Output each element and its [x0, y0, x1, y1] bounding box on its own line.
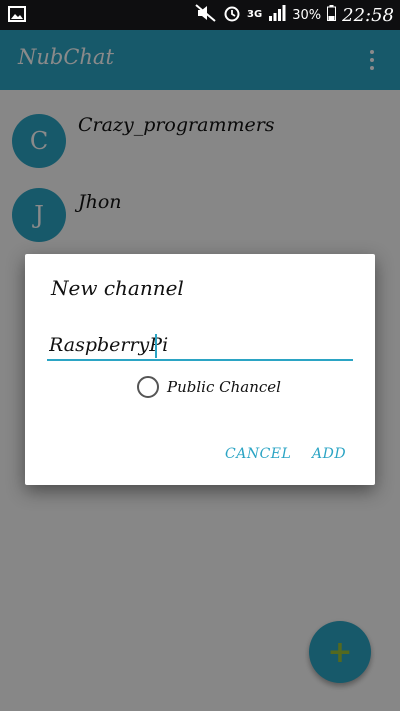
- dialog-title: New channel: [51, 276, 184, 300]
- network-type: 3G: [247, 9, 263, 20]
- cancel-button[interactable]: CANCEL: [225, 446, 291, 462]
- mute-icon: [195, 4, 217, 26]
- public-channel-radio[interactable]: [137, 376, 159, 398]
- alarm-icon: [223, 4, 241, 26]
- new-channel-dialog: New channel Public Chancel CANCEL ADD: [25, 254, 375, 485]
- public-channel-option[interactable]: Public Chancel: [137, 376, 281, 398]
- add-button[interactable]: ADD: [312, 446, 346, 462]
- public-channel-label: Public Chancel: [167, 378, 281, 396]
- signal-icon: [268, 5, 286, 25]
- channel-name-input[interactable]: [47, 331, 353, 361]
- status-bar: 3G 30% 22:58: [0, 0, 400, 30]
- text-cursor: [155, 334, 157, 358]
- battery-level: 30%: [292, 7, 322, 23]
- battery-icon: [327, 5, 337, 25]
- gallery-notification-icon: [8, 6, 26, 26]
- clock: 22:58: [342, 4, 394, 26]
